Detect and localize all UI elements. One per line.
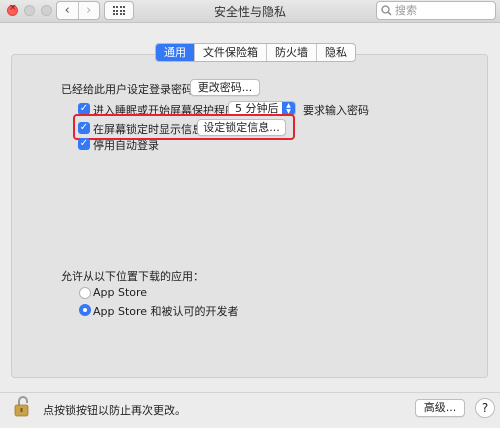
require-password-suffix: 要求输入密码 <box>303 104 369 117</box>
downloads-label: 允许从以下位置下载的应用： <box>61 270 204 283</box>
show-message-checkbox[interactable]: ✓ <box>78 122 90 134</box>
chevron-left-icon: ‹ <box>64 3 70 18</box>
set-lock-message-button[interactable]: 设定锁定信息... <box>197 119 286 136</box>
footer-divider <box>0 392 500 393</box>
chevron-right-icon: › <box>86 3 92 18</box>
radio-app-store-label: App Store <box>93 286 148 299</box>
password-set-label: 已经给此用户设定登录密码 <box>61 83 193 96</box>
radio-app-store-identified[interactable] <box>79 304 91 316</box>
disable-auto-login-label: 停用自动登录 <box>93 139 159 152</box>
checkmark-icon: ✓ <box>79 122 89 133</box>
search-icon <box>381 5 392 16</box>
require-password-label: 进入睡眠或开始屏幕保护程序 <box>93 104 236 117</box>
password-delay-value: 5 分钟后 <box>235 102 279 115</box>
change-password-button[interactable]: 更改密码... <box>190 79 260 96</box>
grid-icon <box>112 6 126 15</box>
show-all-button[interactable] <box>104 1 134 20</box>
close-window-button[interactable]: × <box>7 3 18 16</box>
forward-button[interactable]: › <box>79 2 100 19</box>
disable-auto-login-checkbox[interactable]: ✓ <box>78 138 90 150</box>
require-password-checkbox[interactable]: ✓ <box>78 103 90 115</box>
minimize-window-button[interactable] <box>24 5 35 16</box>
back-button[interactable]: ‹ <box>57 2 79 19</box>
tab-privacy[interactable]: 隐私 <box>316 44 355 61</box>
tab-general[interactable]: 通用 <box>156 44 194 61</box>
tab-filevault[interactable]: 文件保险箱 <box>194 44 266 61</box>
tab-bar: 通用 文件保险箱 防火墙 隐私 <box>155 43 356 62</box>
search-box[interactable] <box>376 1 496 20</box>
checkmark-icon: ✓ <box>79 138 89 149</box>
search-input[interactable] <box>395 4 491 17</box>
radio-app-store-identified-label: App Store 和被认可的开发者 <box>93 305 239 318</box>
updown-arrows-icon: ▲ ▼ <box>282 102 295 115</box>
password-delay-popup[interactable]: 5 分钟后 ▲ ▼ <box>228 101 296 116</box>
checkmark-icon: ✓ <box>79 103 89 114</box>
close-icon: × <box>9 3 17 13</box>
lock-icon[interactable] <box>14 395 32 417</box>
radio-app-store[interactable] <box>79 287 91 299</box>
title-bar: × ‹ › 安全性与隐私 <box>0 0 500 23</box>
navigation-buttons: ‹ › <box>56 1 100 20</box>
lock-hint-text: 点按锁按钮以防止再次更改。 <box>43 404 186 417</box>
advanced-button[interactable]: 高级... <box>415 399 465 417</box>
tab-firewall[interactable]: 防火墙 <box>266 44 316 61</box>
help-button[interactable]: ? <box>475 398 495 418</box>
show-message-label: 在屏幕锁定时显示信息 <box>93 123 203 136</box>
zoom-window-button[interactable] <box>41 5 52 16</box>
